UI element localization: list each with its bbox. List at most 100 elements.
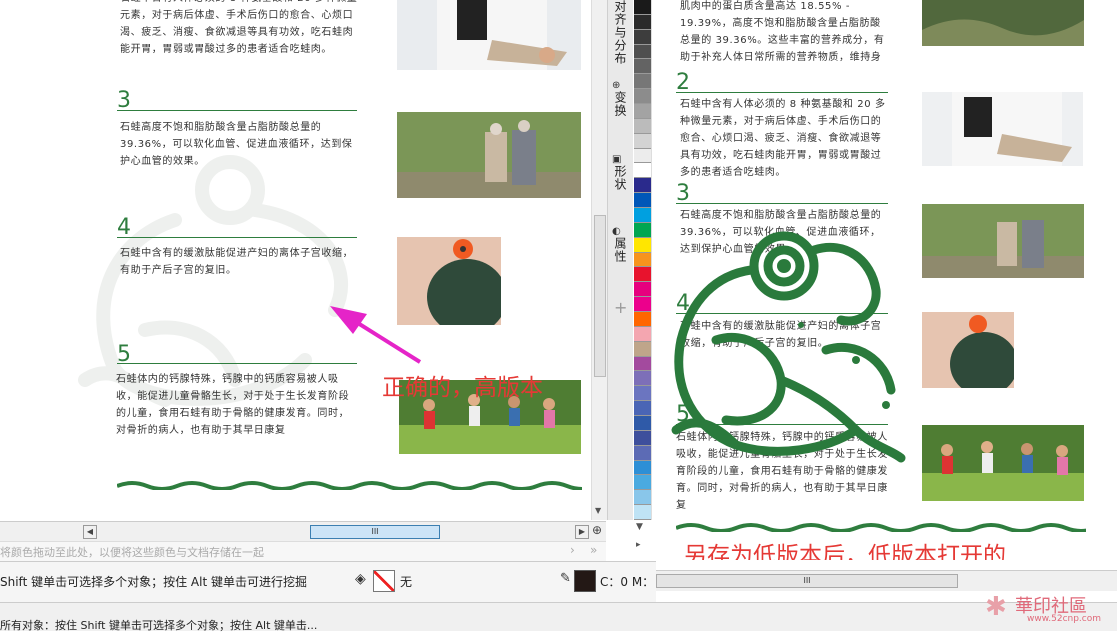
palette-swatch[interactable] bbox=[634, 445, 651, 461]
left-document-canvas: 石蛙中含有人体必须的 8 种氨基酸和 20 多种微量元素，对于病后体虚、手术后伤… bbox=[0, 0, 590, 520]
right-top-paragraph: 肌肉中的蛋白质含量高达 18.55% - 19.39%，高度不饱和脂肪酸含量占脂… bbox=[680, 1, 885, 62]
vertical-scrollbar[interactable]: ▼ bbox=[591, 0, 607, 520]
palette-swatch[interactable] bbox=[634, 386, 651, 402]
tab-properties-label: 属性 bbox=[613, 237, 627, 263]
tab-align-distribute-label: 对齐与分布 bbox=[613, 0, 627, 65]
wave-border-left bbox=[117, 481, 582, 490]
palette-swatch[interactable] bbox=[634, 282, 651, 298]
docker-tab-strip: 对齐与分布 ⊕ 变换 ▣ 形状 ◐ 属性 + bbox=[607, 0, 633, 520]
palette-swatch[interactable] bbox=[634, 133, 651, 149]
landscape-illustration bbox=[922, 0, 1084, 46]
scroll-right-arrow-icon[interactable]: ▶ bbox=[575, 525, 589, 539]
item-4-rule bbox=[117, 237, 357, 238]
palette-swatch[interactable] bbox=[634, 89, 651, 104]
magenta-arrow bbox=[330, 306, 422, 364]
fill-bucket-icon[interactable]: ◈ bbox=[355, 571, 366, 587]
item-3-rule bbox=[117, 110, 357, 111]
palette-swatch[interactable] bbox=[634, 297, 651, 312]
item-3-number: 3 bbox=[117, 88, 131, 113]
site-watermark: ✱ 華印社區 www.52cnp.com bbox=[985, 592, 1115, 628]
palette-scroll-right-icon[interactable]: › bbox=[570, 543, 575, 557]
palette-swatch[interactable] bbox=[634, 490, 651, 506]
item-4-text: 石蛙中含有的缓激肽能促进产妇的离体子宫收缩，有助于产后子宫的复旧。 bbox=[120, 248, 354, 276]
palette-swatch[interactable] bbox=[634, 460, 651, 476]
palette-swatch[interactable] bbox=[634, 104, 651, 119]
palette-swatch[interactable] bbox=[634, 326, 651, 342]
palette-swatch[interactable] bbox=[634, 237, 651, 253]
palette-flyout-icon[interactable]: ▸ bbox=[636, 540, 641, 550]
color-readout: C：0 M： bbox=[600, 575, 655, 589]
palette-swatch[interactable] bbox=[634, 193, 651, 208]
right-item-2-number: 2 bbox=[676, 70, 690, 95]
status-hint-text: Shift 键单击可选择多个对象；按住 Alt 键单击可进行挖掘 bbox=[0, 575, 307, 589]
horizontal-scrollbar[interactable]: ◀ III ▶ ⊕ bbox=[0, 521, 606, 542]
fill-none-swatch[interactable] bbox=[373, 570, 395, 592]
palette-swatch[interactable] bbox=[634, 118, 651, 134]
document-palette-bar: 将颜色拖动至此处，以便将这些颜色与文档存储在一起 › » bbox=[0, 541, 606, 561]
right-photo-elderly bbox=[922, 204, 1084, 278]
outline-color-swatch[interactable] bbox=[574, 570, 596, 592]
annotation-low-version: 另存为低版本后，低版本打开的 bbox=[684, 543, 1006, 560]
palette-swatch[interactable] bbox=[634, 505, 651, 520]
fill-none-label: 无 bbox=[400, 575, 413, 589]
palette-swatch[interactable] bbox=[634, 267, 651, 283]
right-photo-pregnant bbox=[922, 312, 1014, 388]
palette-swatch[interactable] bbox=[634, 14, 651, 30]
right-photo-landscape bbox=[922, 0, 1084, 46]
tab-shape-label: 形状 bbox=[613, 165, 627, 191]
right-elderly-illustration bbox=[922, 204, 1084, 278]
item-4-number: 4 bbox=[117, 215, 131, 240]
palette-swatch[interactable] bbox=[634, 148, 651, 164]
palette-swatch[interactable] bbox=[634, 341, 651, 357]
color-palette bbox=[634, 0, 652, 520]
doctor-illustration bbox=[437, 0, 567, 70]
palette-swatch[interactable] bbox=[634, 29, 651, 45]
item-5-text: 石蛙体内的钙腺特殊，钙腺中的钙质容易被人吸收，能促进儿童骨骼生长，对于处于生长发… bbox=[116, 374, 350, 436]
wave-border-right bbox=[676, 523, 1086, 532]
item-5-rule bbox=[117, 363, 357, 364]
palette-swatch[interactable] bbox=[634, 430, 651, 446]
palette-swatch[interactable] bbox=[634, 475, 651, 491]
palette-swatch[interactable] bbox=[634, 74, 651, 90]
palette-swatch[interactable] bbox=[634, 59, 651, 75]
palette-swatch[interactable] bbox=[634, 416, 651, 431]
palette-swatch[interactable] bbox=[634, 44, 651, 60]
watermark-logo-icon: ✱ bbox=[985, 592, 1007, 622]
palette-menu-icon[interactable]: » bbox=[590, 543, 597, 557]
top-paragraph: 石蛙中含有人体必须的 8 种氨基酸和 20 多种微量元素，对于病后体虚、手术后伤… bbox=[120, 0, 357, 55]
item-3-text: 石蛙高度不饱和脂肪酸含量占脂肪酸总量的 39.36%，可以软化血管、促进血液循环… bbox=[120, 122, 353, 167]
palette-swatch[interactable] bbox=[634, 178, 651, 194]
zoom-icon[interactable]: ⊕ bbox=[592, 523, 602, 537]
tab-transform-label: 变换 bbox=[613, 91, 627, 117]
palette-swatch[interactable] bbox=[634, 252, 651, 268]
palette-swatch[interactable] bbox=[634, 356, 651, 372]
right-photo-doctor bbox=[922, 92, 1083, 166]
right-photo-children bbox=[922, 425, 1084, 501]
right-horizontal-scrollbar[interactable]: III bbox=[656, 570, 1117, 591]
right-document-canvas: 肌肉中的蛋白质含量高达 18.55% - 19.39%，高度不饱和脂肪酸含量占脂… bbox=[656, 0, 1117, 560]
palette-swatch[interactable] bbox=[634, 312, 651, 327]
bottom-status-strip: 所有对象：按住 Shift 键单击可选择多个对象；按住 Alt 键单击... bbox=[0, 602, 1117, 632]
right-doctor-illustration bbox=[952, 92, 1072, 166]
add-tab-icon[interactable]: + bbox=[614, 298, 627, 317]
palette-swatch[interactable] bbox=[634, 401, 651, 416]
photo-doctor bbox=[397, 0, 581, 70]
palette-swatch[interactable] bbox=[634, 163, 651, 179]
palette-swatch[interactable] bbox=[634, 208, 651, 223]
status-bar: Shift 键单击可选择多个对象；按住 Alt 键单击可进行挖掘 ◈ 无 ✎ C… bbox=[0, 561, 656, 602]
vertical-scroll-thumb[interactable] bbox=[594, 215, 606, 377]
bottom-status-text: 所有对象：按住 Shift 键单击可选择多个对象；按住 Alt 键单击... bbox=[0, 619, 318, 632]
palette-swatch[interactable] bbox=[634, 222, 651, 238]
palette-swatch[interactable] bbox=[634, 0, 651, 15]
right-item-2-text: 石蛙中含有人体必须的 8 种氨基酸和 20 多种微量元素，对于病后体虚、手术后伤… bbox=[680, 99, 886, 178]
right-horizontal-scroll-thumb[interactable]: III bbox=[656, 574, 958, 588]
palette-swatch[interactable] bbox=[634, 371, 651, 387]
right-children-illustration bbox=[922, 425, 1084, 501]
scroll-down-arrow-icon[interactable]: ▼ bbox=[595, 506, 601, 515]
horizontal-scroll-thumb[interactable]: III bbox=[310, 525, 440, 539]
scroll-left-arrow-icon[interactable]: ◀ bbox=[83, 525, 97, 539]
pen-outline-icon[interactable]: ✎ bbox=[560, 571, 571, 586]
palette-hint-text: 将颜色拖动至此处，以便将这些颜色与文档存储在一起 bbox=[0, 546, 264, 559]
photo-elderly-couple bbox=[397, 112, 581, 198]
palette-scroll-down-icon[interactable]: ▼ bbox=[636, 522, 643, 532]
